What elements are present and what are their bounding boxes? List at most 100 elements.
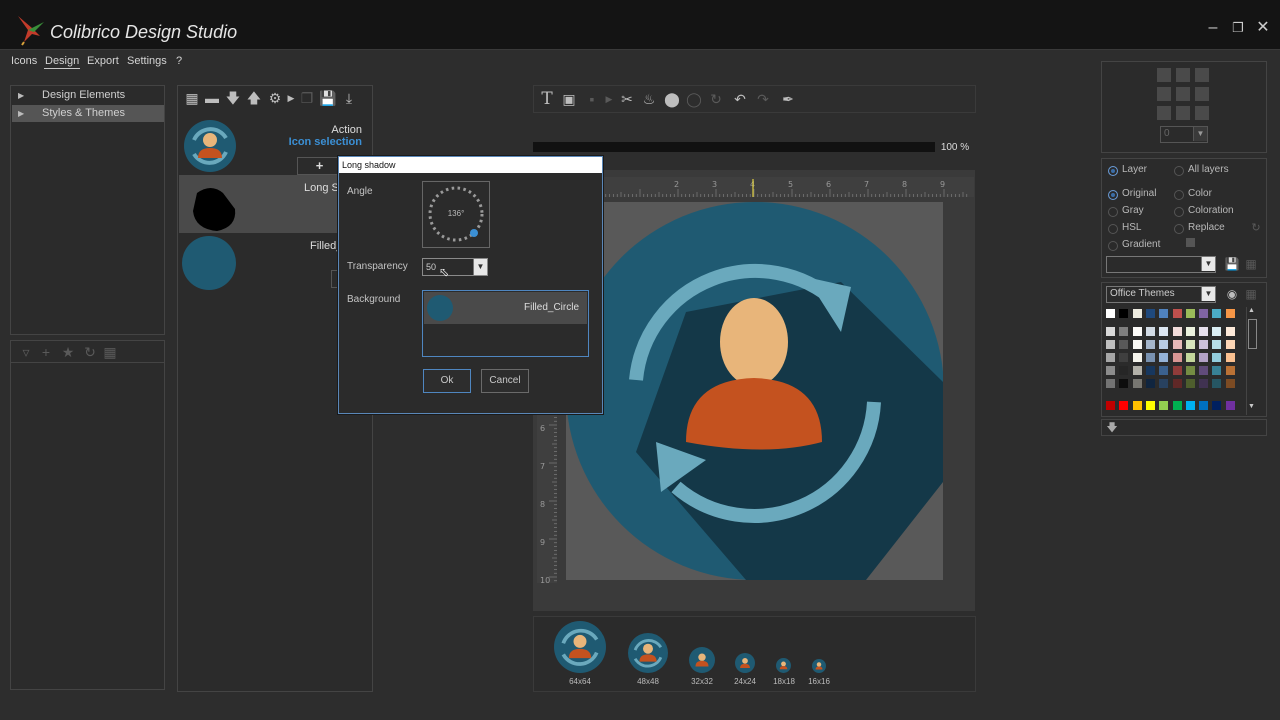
redo-dim-icon[interactable]: ↻ [707, 90, 725, 108]
color-swatch[interactable] [1212, 366, 1222, 375]
color-swatch[interactable] [1119, 366, 1129, 375]
color-swatch[interactable] [1199, 340, 1209, 349]
tree-item-design-elements[interactable]: ▶ Design Elements [12, 87, 164, 104]
image-tool-icon[interactable]: ▪ [583, 90, 601, 108]
person-head[interactable] [720, 298, 788, 386]
move-down-icon[interactable]: 🡇 [224, 89, 242, 107]
radio-all-layers[interactable]: All layers [1172, 164, 1229, 176]
anchor-cell[interactable] [1157, 87, 1171, 101]
color-palette[interactable] [1106, 309, 1246, 414]
preview-18[interactable] [776, 658, 791, 673]
color-swatch[interactable] [1132, 366, 1142, 375]
color-swatch[interactable] [1106, 379, 1115, 388]
refresh-icon[interactable]: ↻ [81, 343, 99, 361]
scroll-thumb[interactable] [1248, 319, 1257, 349]
background-list[interactable]: Filled_Circle [422, 290, 589, 357]
preview-24[interactable] [735, 653, 755, 673]
color-swatch[interactable] [1132, 353, 1142, 362]
trash-icon[interactable]: ▦ [1242, 255, 1260, 273]
scroll-up-icon[interactable]: ▲ [1248, 307, 1255, 314]
cancel-button[interactable]: Cancel [481, 369, 529, 393]
color-swatch[interactable] [1212, 353, 1222, 362]
filter-icon[interactable]: ▿ [17, 343, 35, 361]
radio-original[interactable]: Original [1106, 188, 1156, 200]
preview-16[interactable] [812, 659, 826, 673]
anchor-cell[interactable] [1195, 68, 1209, 82]
radio-gray[interactable]: Gray [1106, 205, 1144, 217]
text-tool-icon[interactable]: T [538, 90, 556, 108]
color-swatch[interactable] [1225, 327, 1235, 336]
palette-scrollbar[interactable]: ▲ ▼ [1246, 307, 1258, 415]
eyedropper-icon[interactable]: ✒ [779, 90, 797, 108]
color-swatch[interactable] [1145, 340, 1155, 349]
color-swatch[interactable] [1145, 401, 1155, 410]
color-swatch[interactable] [1159, 327, 1169, 336]
gradient-checkbox[interactable] [1186, 238, 1195, 247]
color-swatch[interactable] [1145, 327, 1155, 336]
expand-arrow-icon[interactable]: ▶ [18, 105, 24, 122]
radio-layer[interactable]: Layer [1106, 164, 1147, 176]
trash-icon[interactable]: ▦ [1242, 285, 1260, 303]
color-swatch[interactable] [1185, 353, 1195, 362]
color-swatch[interactable] [1106, 340, 1115, 349]
trash-icon[interactable]: ▦ [183, 89, 201, 107]
color-swatch[interactable] [1225, 340, 1235, 349]
color-swatch[interactable] [1132, 327, 1142, 336]
anchor-cell[interactable] [1176, 106, 1190, 120]
color-swatch[interactable] [1132, 401, 1142, 410]
transparency-input[interactable]: 50 ▼ [422, 258, 488, 276]
zoom-slider[interactable] [533, 142, 935, 152]
radio-coloration[interactable]: Coloration [1172, 205, 1234, 217]
anchor-grid[interactable] [1157, 68, 1213, 124]
chevron-down-icon[interactable]: ▼ [473, 259, 487, 275]
color-swatch[interactable] [1119, 353, 1129, 362]
color-swatch[interactable] [1199, 309, 1209, 318]
color-swatch[interactable] [1199, 327, 1209, 336]
copy-icon[interactable]: ❐ [298, 89, 316, 107]
blob-tool-icon[interactable]: ⬤ [663, 90, 681, 108]
color-swatch[interactable] [1199, 379, 1209, 388]
menu-export[interactable]: Export [86, 54, 120, 68]
color-swatch[interactable] [1185, 379, 1195, 388]
menu-help[interactable]: ? [175, 54, 183, 68]
color-swatch[interactable] [1212, 309, 1222, 318]
color-swatch[interactable] [1199, 401, 1209, 410]
color-swatch[interactable] [1185, 327, 1195, 336]
color-swatch[interactable] [1145, 309, 1155, 318]
anchor-cell[interactable] [1195, 106, 1209, 120]
theme-combo[interactable]: Office Themes ▼ [1106, 286, 1216, 303]
background-list-item[interactable]: Filled_Circle [424, 292, 587, 324]
undo-icon[interactable]: ↶ [731, 90, 749, 108]
color-swatch[interactable] [1185, 340, 1195, 349]
fill-tool-icon[interactable]: ♨ [640, 90, 658, 108]
color-swatch[interactable] [1225, 366, 1235, 375]
add-icon[interactable]: + [37, 343, 55, 361]
close-icon[interactable]: ✕ [1253, 18, 1273, 38]
color-swatch[interactable] [1199, 366, 1209, 375]
color-swatch[interactable] [1199, 353, 1209, 362]
radio-hsl[interactable]: HSL [1106, 222, 1141, 234]
color-swatch[interactable] [1119, 401, 1129, 410]
color-swatch[interactable] [1119, 340, 1129, 349]
color-swatch[interactable] [1212, 327, 1222, 336]
color-swatch[interactable] [1106, 353, 1115, 362]
color-swatch[interactable] [1145, 353, 1155, 362]
radio-gradient[interactable]: Gradient [1106, 239, 1160, 251]
anchor-cell[interactable] [1195, 87, 1209, 101]
action-value[interactable]: Icon selection [289, 136, 362, 148]
color-swatch[interactable] [1185, 366, 1195, 375]
radio-replace[interactable]: Replace [1172, 222, 1225, 234]
gradient-combo[interactable]: ▼ [1106, 256, 1216, 273]
color-swatch[interactable] [1106, 366, 1115, 375]
color-swatch[interactable] [1119, 327, 1129, 336]
color-swatch[interactable] [1212, 340, 1222, 349]
expand-arrow-icon[interactable]: ▶ [18, 87, 24, 104]
color-swatch[interactable] [1145, 366, 1155, 375]
color-swatch[interactable] [1172, 327, 1182, 336]
color-swatch[interactable] [1212, 401, 1222, 410]
color-swatch[interactable] [1172, 309, 1182, 318]
color-swatch[interactable] [1185, 401, 1195, 410]
color-swatch[interactable] [1132, 309, 1142, 318]
chevron-down-icon[interactable]: ▼ [1193, 127, 1207, 141]
artboard[interactable] [566, 202, 943, 580]
